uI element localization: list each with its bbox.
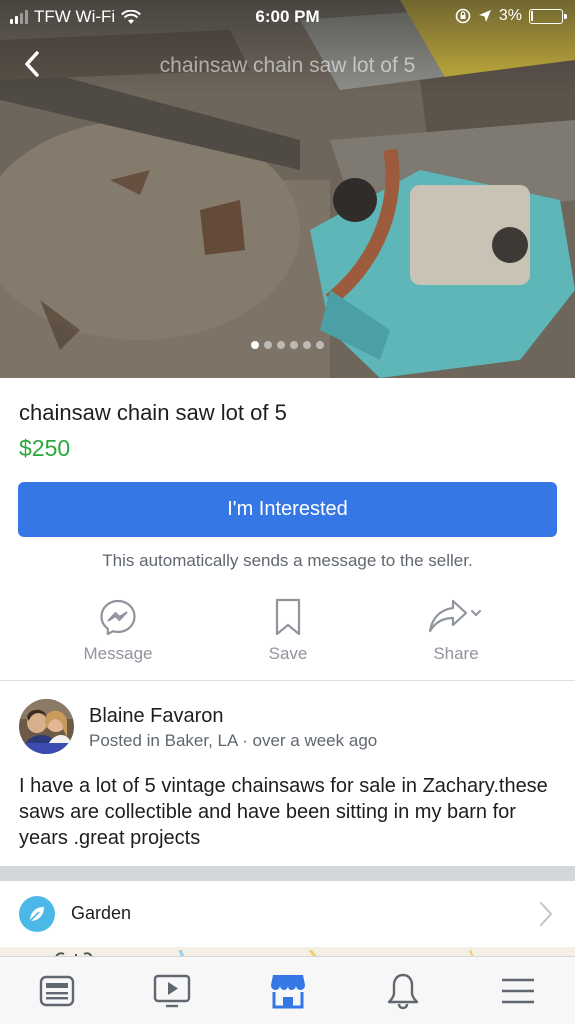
share-label: Share bbox=[433, 644, 479, 663]
seller-avatar[interactable] bbox=[19, 699, 74, 754]
tab-notifications[interactable] bbox=[373, 969, 433, 1013]
battery-percent: 3% bbox=[498, 7, 522, 24]
seller-location-time: Posted in Baker, LA · over a week ago bbox=[89, 731, 378, 750]
leaf-shape bbox=[29, 907, 44, 922]
share-icon bbox=[428, 599, 481, 633]
page-dot bbox=[264, 341, 272, 349]
tab-news-feed[interactable] bbox=[27, 969, 87, 1013]
photo-page-indicator[interactable] bbox=[0, 341, 575, 349]
bottom-tab-bar bbox=[0, 956, 575, 1024]
status-bar: TFW Wi-Fi 6:00 PM 3% bbox=[0, 0, 575, 34]
listing-price: $250 bbox=[19, 435, 71, 461]
section-separator bbox=[0, 866, 575, 881]
seller-name[interactable]: Blaine Favaron bbox=[89, 705, 224, 728]
tab-watch[interactable] bbox=[142, 969, 202, 1013]
chevron-right-icon bbox=[540, 902, 552, 926]
message-button[interactable]: Message bbox=[48, 596, 188, 668]
tab-menu[interactable] bbox=[488, 969, 548, 1013]
page-dot bbox=[251, 341, 259, 349]
im-interested-button[interactable]: I'm Interested bbox=[18, 482, 557, 537]
listing-photo[interactable]: TFW Wi-Fi 6:00 PM 3% chainsaw chain saw … bbox=[0, 0, 575, 378]
divider bbox=[0, 680, 575, 681]
listing-description: I have a lot of 5 vintage chainsaws for … bbox=[19, 775, 548, 849]
listing-title: chainsaw chain saw lot of 5 bbox=[19, 400, 287, 425]
bell-icon bbox=[387, 973, 419, 1010]
page-dot bbox=[290, 341, 298, 349]
news-feed-icon bbox=[39, 975, 75, 1007]
save-button[interactable]: Save bbox=[218, 596, 358, 668]
orientation-lock-icon bbox=[455, 8, 471, 24]
avatar-photo bbox=[19, 699, 74, 754]
category-row-garden[interactable]: Garden bbox=[0, 881, 575, 947]
page-dot bbox=[316, 341, 324, 349]
action-row: Message Save Share bbox=[0, 596, 575, 668]
garden-icon bbox=[19, 896, 55, 932]
marketplace-icon bbox=[271, 975, 305, 1009]
bookmark-icon bbox=[275, 598, 301, 636]
location-arrow-icon bbox=[478, 10, 491, 22]
messenger-icon bbox=[100, 599, 136, 636]
message-label: Message bbox=[83, 644, 153, 663]
save-label: Save bbox=[268, 644, 308, 663]
battery-icon bbox=[529, 8, 567, 24]
video-play-icon bbox=[153, 974, 191, 1008]
hamburger-menu-icon bbox=[502, 978, 534, 1004]
nav-title: chainsaw chain saw lot of 5 bbox=[159, 54, 416, 77]
page-dot bbox=[303, 341, 311, 349]
tab-marketplace[interactable] bbox=[258, 969, 318, 1013]
share-button[interactable]: Share bbox=[386, 596, 526, 668]
page-dot bbox=[277, 341, 285, 349]
category-label: Garden bbox=[71, 903, 132, 923]
cta-note: This automatically sends a message to th… bbox=[102, 551, 473, 570]
